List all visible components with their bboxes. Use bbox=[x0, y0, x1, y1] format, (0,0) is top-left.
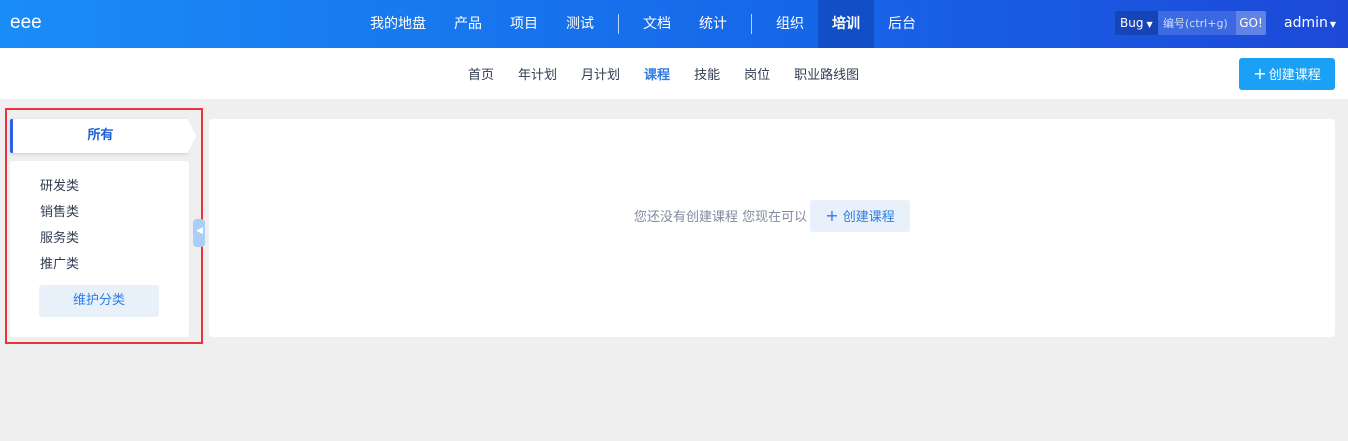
subnav-item-yearly-plan[interactable]: 年计划 bbox=[506, 64, 569, 83]
top-navbar: eee 我的地盘 产品 项目 测试 文档 统计 组织 培训 后台 Bug▼ GO… bbox=[0, 0, 1348, 48]
search-type-dropdown[interactable]: Bug ▼ bbox=[1115, 11, 1158, 35]
sidebar-collapse-handle[interactable]: ◀ bbox=[193, 219, 205, 247]
search-go-button[interactable]: GO! bbox=[1236, 11, 1266, 35]
brand-logo[interactable]: eee bbox=[10, 12, 42, 34]
empty-state-message: 您还没有创建课程 您现在可以 bbox=[634, 210, 808, 225]
main-content-panel: 您还没有创建课程 您现在可以 + 创建课程 bbox=[209, 119, 1335, 337]
subnav-item-position[interactable]: 岗位 bbox=[732, 64, 782, 83]
chevron-left-icon: ◀ bbox=[196, 226, 203, 236]
create-course-label: 创建课程 bbox=[1268, 68, 1321, 83]
chevron-down-icon: ▼ bbox=[1329, 20, 1337, 29]
nav-item-project[interactable]: 项目 bbox=[496, 0, 552, 48]
category-item[interactable]: 研发类 bbox=[40, 175, 79, 194]
plus-icon: + bbox=[1253, 64, 1267, 83]
category-all-arrow bbox=[188, 119, 196, 153]
nav-item-report[interactable]: 统计 bbox=[685, 0, 741, 48]
nav-item-training[interactable]: 培训 bbox=[818, 0, 874, 48]
nav-item-organization[interactable]: 组织 bbox=[762, 0, 818, 48]
empty-create-label: 创建课程 bbox=[842, 210, 895, 225]
subnav-item-career-roadmap[interactable]: 职业路线图 bbox=[782, 64, 871, 83]
search-input[interactable] bbox=[1158, 11, 1236, 35]
sub-navbar: 首页 年计划 月计划 课程 技能 岗位 职业路线图 + 创建课程 bbox=[0, 48, 1348, 99]
nav-item-doc[interactable]: 文档 bbox=[629, 0, 685, 48]
nav-item-test[interactable]: 测试 bbox=[552, 0, 608, 48]
category-item[interactable]: 销售类 bbox=[40, 201, 79, 220]
nav-item-admin[interactable]: 后台 bbox=[874, 0, 930, 48]
create-course-button[interactable]: + 创建课程 bbox=[1239, 58, 1335, 90]
subnav-item-skill[interactable]: 技能 bbox=[682, 64, 732, 83]
nav-item-my-area[interactable]: 我的地盘 bbox=[356, 0, 440, 48]
category-panel: 研发类 销售类 服务类 推广类 维护分类 bbox=[10, 161, 189, 337]
subnav-item-course[interactable]: 课程 bbox=[632, 64, 682, 83]
chevron-down-icon: ▼ bbox=[1146, 20, 1153, 29]
nav-divider bbox=[751, 14, 752, 34]
maintain-category-button[interactable]: 维护分类 bbox=[39, 285, 159, 317]
nav-divider bbox=[618, 14, 619, 34]
sub-nav: 首页 年计划 月计划 课程 技能 岗位 职业路线图 bbox=[456, 48, 871, 99]
search-box: Bug▼ GO! bbox=[1115, 11, 1266, 35]
empty-create-course-button[interactable]: + 创建课程 bbox=[810, 200, 910, 232]
user-name: admin bbox=[1284, 15, 1328, 31]
search-type-label: Bug bbox=[1120, 16, 1144, 30]
category-item[interactable]: 推广类 bbox=[40, 253, 79, 272]
plus-icon: + bbox=[825, 206, 839, 225]
category-item[interactable]: 服务类 bbox=[40, 227, 79, 246]
main-nav: 我的地盘 产品 项目 测试 文档 统计 组织 培训 后台 bbox=[356, 0, 930, 48]
category-all[interactable]: 所有 bbox=[10, 119, 188, 153]
nav-item-product[interactable]: 产品 bbox=[440, 0, 496, 48]
subnav-item-monthly-plan[interactable]: 月计划 bbox=[569, 64, 632, 83]
subnav-item-home[interactable]: 首页 bbox=[456, 64, 506, 83]
user-menu[interactable]: admin ▼ bbox=[1284, 15, 1336, 31]
